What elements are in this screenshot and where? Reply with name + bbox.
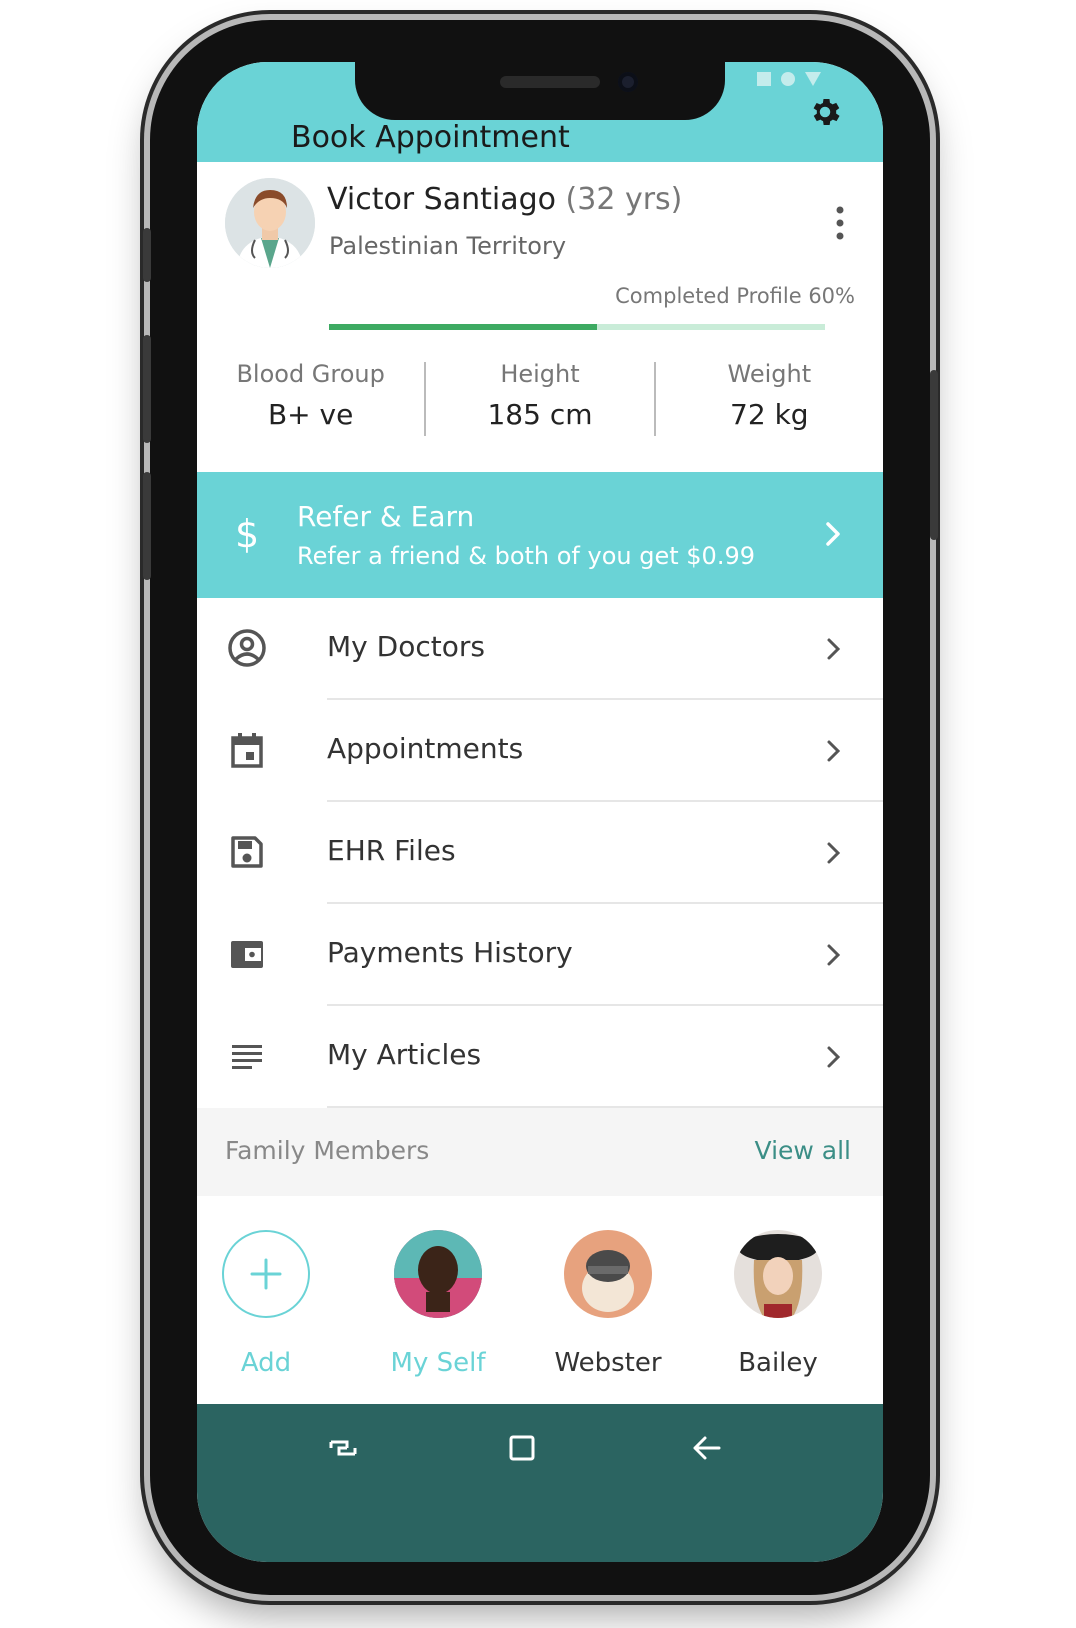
add-circle [222,1230,310,1318]
section-title: Family Members [225,1136,430,1165]
family-members-header: Family Members View all [197,1108,883,1196]
refer-subtitle: Refer a friend & both of you get $0.99 [297,542,755,570]
menu-label: EHR Files [327,834,456,867]
gear-icon[interactable] [807,94,843,130]
profile-location: Palestinian Territory [329,232,567,260]
chevron-right-icon [827,944,841,966]
doctor-avatar-icon [225,178,315,268]
stat-label: Height [500,360,580,388]
save-file-icon [231,836,263,868]
avatar [394,1230,482,1318]
page-title: Book Appointment [291,120,570,155]
member-webster[interactable]: Webster [533,1230,683,1378]
member-name: Add [240,1348,292,1378]
volume-up-button [143,335,151,443]
front-camera [618,72,638,92]
stat-label: Blood Group [236,360,385,388]
member-name: My Self [390,1348,486,1378]
menu-item-appointments[interactable]: Appointments [197,700,883,802]
circle-icon [781,72,795,86]
menu-item-ehr-files[interactable]: EHR Files [197,802,883,904]
recent-apps-icon[interactable] [323,1428,363,1468]
plus-icon [250,1258,282,1290]
view-all-link[interactable]: View all [755,1136,851,1165]
refer-earn-banner[interactable]: $ Refer & Earn Refer a friend & both of … [197,472,883,598]
family-members-row: Add My Self Webster Bailey [197,1196,883,1406]
profile-name-text: Victor Santiago [327,182,556,217]
volume-down-button [143,472,151,580]
stat-value: B+ ve [267,398,354,431]
home-icon[interactable] [502,1428,542,1468]
profile-progress-fill [329,324,597,330]
profile-name: Victor Santiago (32 yrs) [327,182,682,217]
profile-card: Victor Santiago (32 yrs) Palestinian Ter… [197,162,883,472]
stat-height: Height 185 cm [426,360,653,440]
power-button [930,370,938,540]
chevron-right-icon [827,1046,841,1068]
dollar-icon: $ [235,512,260,556]
list-lines-icon [232,1045,262,1069]
member-name: Bailey [738,1348,818,1378]
phone-screen: Book Appointment Victor Santiago (32 yrs… [197,62,883,1562]
menu-label: My Doctors [327,630,485,663]
member-bailey[interactable]: Bailey [703,1230,853,1378]
stat-value: 185 cm [487,398,593,431]
profile-completion-label: Completed Profile 60% [615,284,855,308]
menu-item-payments-history[interactable]: Payments History [197,904,883,1006]
status-bar [757,72,821,86]
menu-label: My Articles [327,1038,482,1071]
wallet-icon [231,941,263,968]
chevron-right-icon [827,638,841,660]
menu-label: Payments History [327,936,573,969]
profile-menu: My Doctors Appointments EHR Files Paymen… [197,598,883,1108]
member-name: Webster [554,1348,662,1378]
chevron-right-icon [827,842,841,864]
stat-blood-group: Blood Group B+ ve [197,360,424,440]
menu-label: Appointments [327,732,524,765]
person-photo-icon [734,1230,822,1318]
stat-label: Weight [727,360,812,388]
avatar [564,1230,652,1318]
more-vertical-icon[interactable] [835,206,845,240]
menu-item-my-articles[interactable]: My Articles [197,1006,883,1108]
square-icon [757,72,771,86]
health-stats: Blood Group B+ ve Height 185 cm Weight 7… [197,360,883,440]
avatar[interactable] [225,178,315,268]
calendar-icon [231,733,263,768]
add-member-button[interactable]: Add [197,1230,341,1378]
chevron-right-icon [827,740,841,762]
phone-notch [355,20,725,120]
person-photo-icon [564,1230,652,1318]
avatar [734,1230,822,1318]
refer-title: Refer & Earn [297,500,475,533]
account-circle-icon [228,629,266,667]
profile-age: (32 yrs) [565,182,683,217]
member-my-self[interactable]: My Self [363,1230,513,1378]
person-photo-icon [394,1230,482,1318]
stat-weight: Weight 72 kg [656,360,883,440]
mute-switch [143,228,151,282]
speaker-grill [500,76,600,88]
android-navbar [197,1404,883,1562]
menu-item-my-doctors[interactable]: My Doctors [197,598,883,700]
chevron-right-icon [826,522,840,546]
stat-value: 72 kg [730,398,809,431]
profile-progress-bar [329,324,825,330]
triangle-icon [805,72,821,86]
back-icon[interactable] [687,1428,727,1468]
